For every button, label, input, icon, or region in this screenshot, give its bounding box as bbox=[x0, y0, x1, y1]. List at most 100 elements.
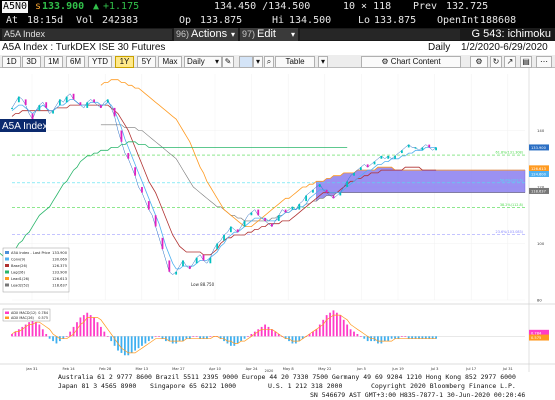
macd-bar-negative bbox=[380, 336, 383, 344]
candle-down bbox=[24, 99, 27, 106]
range-button-1d[interactable]: 1D bbox=[2, 56, 21, 68]
macd-bar-negative bbox=[383, 336, 386, 342]
range-button-5y[interactable]: 5Y bbox=[137, 56, 156, 68]
macd-bar-positive bbox=[45, 334, 48, 337]
candle-down bbox=[93, 99, 95, 103]
candle-up bbox=[346, 181, 349, 187]
candle-up bbox=[312, 189, 314, 193]
caret-down-icon: ▾ bbox=[214, 57, 219, 66]
candle-down bbox=[141, 187, 143, 193]
candle-up bbox=[229, 226, 232, 233]
command-field[interactable]: A5A Index bbox=[2, 29, 172, 40]
candle-down bbox=[134, 167, 137, 176]
range-button-max[interactable]: Max bbox=[158, 56, 182, 68]
refresh-icon: ↻ bbox=[492, 57, 500, 66]
x-tick-label: Feb 28 bbox=[99, 367, 112, 371]
macd-bar-positive bbox=[356, 334, 359, 337]
ichimoku-chart[interactable]: 61.8%(131.308) 50.0%(121.5) 38.2%(112.8) 23… bbox=[0, 68, 555, 372]
legend-swatch bbox=[5, 251, 9, 254]
candle-up bbox=[394, 155, 396, 159]
candle-up bbox=[216, 243, 219, 250]
candle-down bbox=[257, 209, 260, 216]
low-annotation: Low 88.750 bbox=[191, 282, 215, 287]
command-field-text: A5A Index bbox=[4, 29, 46, 39]
frequency-select[interactable]: Daily ▾ bbox=[184, 56, 222, 68]
draw-tool-button[interactable]: ✎ bbox=[222, 56, 234, 68]
candle-up bbox=[339, 192, 342, 196]
refresh-button[interactable]: ↻ bbox=[490, 56, 502, 68]
legend-value: 118.637 bbox=[52, 284, 67, 288]
range-button-ytd[interactable]: YTD bbox=[88, 56, 112, 68]
range-button-1y[interactable]: 1Y bbox=[115, 56, 134, 68]
range-button-1m[interactable]: 1M bbox=[44, 56, 63, 68]
settings-button[interactable]: ⚙ bbox=[470, 56, 488, 68]
x-tick-label: Apr 24 bbox=[246, 367, 259, 371]
candle-up bbox=[277, 215, 280, 221]
actions-menu-button[interactable]: 96) Actions ▾ bbox=[174, 28, 238, 41]
fib-label: 50.0%(121.5) bbox=[500, 178, 524, 182]
function-bar: A5A Index 96) Actions ▾ 97) Edit ▾ G 543: … bbox=[0, 28, 555, 41]
low-label: Lo bbox=[358, 15, 371, 26]
macd-bar-negative bbox=[144, 336, 147, 344]
candle-up bbox=[106, 99, 109, 103]
candle-up bbox=[291, 206, 294, 210]
legend-label: Lag(26) bbox=[11, 271, 25, 275]
macd-bar-negative bbox=[134, 336, 137, 351]
macd-legend-label: ADX MACD(12) bbox=[11, 311, 37, 315]
macd-bar-negative bbox=[141, 336, 143, 346]
magnifier-icon: ⌕ bbox=[266, 57, 272, 66]
macd-bar-positive bbox=[17, 329, 20, 337]
candle-down bbox=[100, 105, 102, 108]
print-button[interactable]: ▤ bbox=[520, 56, 532, 68]
edit-menu-button[interactable]: 97) Edit ▾ bbox=[240, 28, 298, 41]
macd-bar-positive bbox=[342, 319, 345, 337]
more-icon: ⋯ bbox=[540, 57, 548, 66]
zoom-tool-button[interactable]: ⌕ bbox=[264, 56, 274, 68]
legend-value: 133.900 bbox=[52, 251, 68, 255]
macd-bar-positive bbox=[31, 319, 34, 337]
color-tool-dropdown[interactable]: ▾ bbox=[253, 56, 263, 68]
edit-number: 97) bbox=[242, 29, 256, 39]
macd-bar-positive bbox=[195, 336, 198, 337]
function-name: G 543: ichimoku bbox=[471, 28, 551, 40]
x-tick-label: Apr 10 bbox=[209, 367, 222, 371]
candle-up bbox=[380, 155, 383, 159]
macd-bar-negative bbox=[48, 336, 51, 339]
period-label: Daily bbox=[428, 42, 451, 53]
price-tag-label: 126.613 bbox=[531, 167, 546, 171]
candle-down bbox=[120, 130, 123, 142]
candle-up bbox=[407, 144, 410, 148]
candle-down bbox=[147, 201, 150, 210]
share-icon: ↗ bbox=[506, 57, 514, 66]
table-dropdown[interactable]: ▾ bbox=[318, 56, 328, 68]
candle-down bbox=[72, 93, 75, 100]
x-tick-label: May 8 bbox=[283, 367, 295, 371]
macd-bar-positive bbox=[339, 315, 342, 337]
macd-bar-positive bbox=[11, 334, 13, 337]
macd-bar-positive bbox=[106, 336, 109, 337]
footer-us: U.S. 1 212 318 2000 bbox=[268, 382, 343, 390]
legend-value: 133.900 bbox=[52, 271, 68, 275]
more-options-button[interactable]: ⋯ bbox=[536, 56, 552, 68]
candle-down bbox=[271, 223, 273, 227]
candle-up bbox=[86, 102, 89, 108]
color-tool-button[interactable] bbox=[239, 56, 253, 68]
y-tick-label: 80 bbox=[537, 298, 542, 303]
chart-content-label: Chart Content bbox=[390, 57, 441, 66]
range-button-3d[interactable]: 3D bbox=[22, 56, 41, 68]
macd-bar-positive bbox=[336, 312, 338, 337]
table-button[interactable]: Table bbox=[275, 56, 315, 68]
candle-up bbox=[58, 99, 61, 106]
open-label: Op bbox=[179, 15, 192, 26]
caret-down-icon: ▾ bbox=[255, 57, 260, 66]
macd-bar-negative bbox=[171, 336, 174, 344]
candle-up bbox=[373, 161, 376, 165]
macd-bar-positive bbox=[79, 317, 82, 337]
share-button[interactable]: ↗ bbox=[504, 56, 516, 68]
range-button-6m[interactable]: 6M bbox=[66, 56, 85, 68]
macd-bar-positive bbox=[192, 336, 195, 337]
macd-bar-positive bbox=[96, 322, 99, 337]
chart-content-button[interactable]: ⚙ Chart Content bbox=[361, 56, 461, 68]
macd-bar-positive bbox=[404, 336, 407, 337]
candle-up bbox=[65, 96, 68, 103]
